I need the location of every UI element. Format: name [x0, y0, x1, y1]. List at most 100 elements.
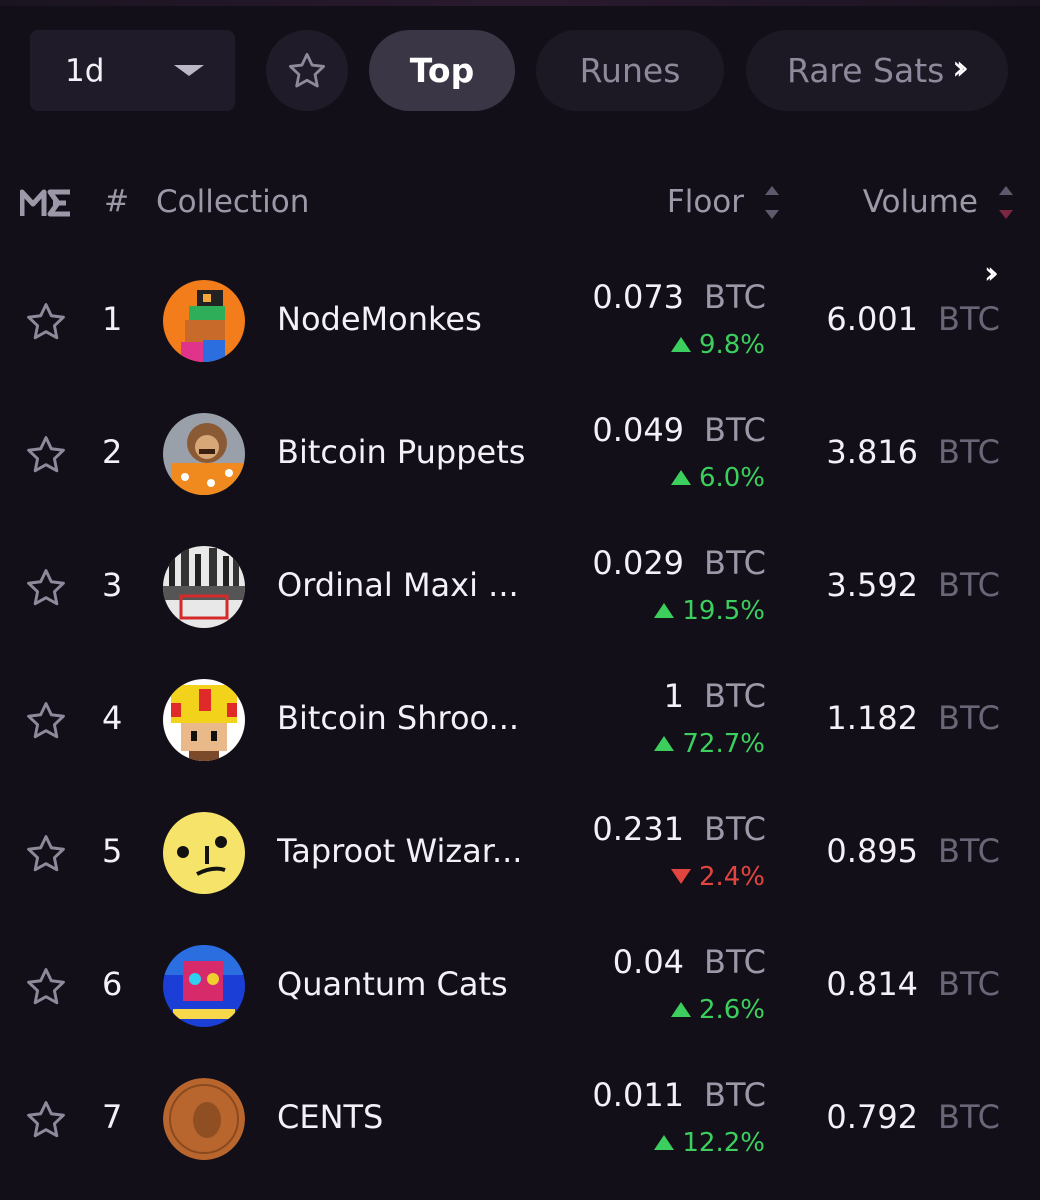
magic-eden-logo-icon [20, 189, 70, 217]
volume-value: 3.592 [826, 566, 919, 604]
tab-runes[interactable]: Runes [536, 30, 724, 111]
floor-unit: BTC [704, 544, 766, 582]
volume-value: 0.792 [826, 1098, 919, 1136]
star-icon[interactable] [24, 566, 68, 610]
collection-name[interactable]: Bitcoin Puppets [277, 433, 537, 471]
floor-value: 1 [663, 677, 685, 715]
collection-name[interactable]: Ordinal Maxi ... [277, 566, 537, 604]
star-icon[interactable] [24, 965, 68, 1009]
volume: 0.792 BTC [826, 1098, 1000, 1136]
volume-value: 0.814 [826, 965, 919, 1003]
table-row[interactable]: 3 Ordinal Maxi ... 0.029 BTC 19.5% 3.592 B… [0, 520, 1040, 653]
floor-unit: BTC [704, 1076, 766, 1114]
volume-column-header[interactable]: Volume [863, 184, 978, 220]
triangle-down-icon [670, 869, 691, 884]
star-icon [288, 52, 326, 87]
volume-unit: BTC [938, 1098, 1000, 1136]
floor-change: 12.2% [654, 1128, 765, 1158]
star-icon[interactable] [24, 433, 68, 477]
floor-price: 0.029 BTC [592, 544, 766, 582]
triangle-up-icon [654, 1135, 675, 1150]
floor-unit: BTC [704, 411, 766, 449]
rank: 1 [102, 300, 123, 338]
triangle-up-icon [654, 736, 675, 751]
table-row[interactable]: 7 CENTS 0.011 BTC 12.2% 0.792 BTC [0, 1052, 1040, 1185]
collection-avatar [163, 546, 245, 628]
table-header: # Collection Floor Volume [0, 160, 1040, 246]
chevron-down-icon [174, 65, 204, 76]
table-row[interactable]: 5 Taproot Wizar... 0.231 BTC 2.4% 0.895 BT… [0, 786, 1040, 919]
floor-sort-icon[interactable] [765, 186, 779, 222]
floor-value: 0.073 [592, 278, 685, 316]
collection-avatar [163, 812, 245, 894]
star-icon[interactable] [24, 300, 68, 344]
floor-change-value: 19.5% [682, 596, 765, 626]
floor-unit: BTC [704, 943, 766, 981]
collection-avatar [163, 679, 245, 761]
collection-name[interactable]: Quantum Cats [277, 965, 537, 1003]
rank: 3 [102, 566, 123, 604]
star-icon[interactable] [24, 832, 68, 876]
collection-avatar [163, 1078, 245, 1160]
volume-unit: BTC [938, 433, 1000, 471]
star-icon[interactable] [24, 1098, 68, 1142]
floor-column-header[interactable]: Floor [667, 184, 744, 220]
collection-name[interactable]: Taproot Wizar... [277, 832, 537, 870]
table-row[interactable]: 2 Bitcoin Puppets 0.049 BTC 6.0% 3.816 BTC [0, 387, 1040, 520]
star-icon[interactable] [24, 699, 68, 743]
volume: 3.592 BTC [826, 566, 1000, 604]
rank: 2 [102, 433, 123, 471]
floor-change-value: 2.6% [698, 995, 765, 1025]
volume-unit: BTC [938, 699, 1000, 737]
period-dropdown[interactable]: 1d [30, 30, 235, 111]
floor-change: 72.7% [654, 729, 765, 759]
volume-unit: BTC [938, 832, 1000, 870]
volume-value: 6.001 [826, 300, 919, 338]
tab-rare-sats[interactable]: Rare Sats [746, 30, 1008, 111]
triangle-up-icon [670, 337, 691, 352]
collection-avatar [163, 945, 245, 1027]
volume-unit: BTC [938, 300, 1000, 338]
rank: 5 [102, 832, 123, 870]
triangle-up-icon [670, 1002, 691, 1017]
volume-value: 3.816 [826, 433, 919, 471]
collection-avatar [163, 280, 245, 362]
floor-value: 0.011 [592, 1076, 685, 1114]
volume-value: 0.895 [826, 832, 919, 870]
tab-top[interactable]: Top [369, 30, 515, 111]
floor-value: 0.049 [592, 411, 685, 449]
rank-column-header: # [104, 184, 130, 219]
top-divider [0, 0, 1040, 6]
floor-change-value: 9.8% [698, 330, 765, 360]
collection-name[interactable]: NodeMonkes [277, 300, 537, 338]
volume-sort-icon[interactable] [999, 186, 1013, 222]
rank: 6 [102, 965, 123, 1003]
floor-unit: BTC [704, 810, 766, 848]
floor-price: 0.011 BTC [592, 1076, 766, 1114]
collection-name[interactable]: Bitcoin Shroo... [277, 699, 537, 737]
floor-unit: BTC [704, 278, 766, 316]
floor-price: 0.073 BTC [592, 278, 766, 316]
volume: 0.814 BTC [826, 965, 1000, 1003]
volume: 6.001 BTC [826, 300, 1000, 338]
table-row[interactable]: 6 Quantum Cats 0.04 BTC 2.6% 0.814 BTC [0, 919, 1040, 1052]
period-value: 1d [65, 52, 105, 89]
volume: 3.816 BTC [826, 433, 1000, 471]
floor-change: 19.5% [654, 596, 765, 626]
floor-value: 0.04 [612, 943, 685, 981]
table-row[interactable]: 1 NodeMonkes 0.073 BTC 9.8% 6.001 BTC [0, 254, 1040, 387]
double-chevron-right-icon[interactable]: ›› [952, 48, 969, 88]
collection-column-header: Collection [156, 184, 310, 220]
volume-value: 1.182 [826, 699, 919, 737]
favorites-filter-button[interactable] [266, 30, 348, 111]
volume: 1.182 BTC [826, 699, 1000, 737]
floor-change: 2.6% [670, 995, 765, 1025]
collection-name[interactable]: CENTS [277, 1098, 537, 1136]
floor-price: 0.04 BTC [613, 943, 766, 981]
page: 1d Top Runes Rare Sats ›› # Collection F… [0, 0, 1040, 1200]
volume-unit: BTC [938, 566, 1000, 604]
table-row[interactable]: 4 Bitcoin Shroo... 1 BTC 72.7% 1.182 BTC [0, 653, 1040, 786]
floor-price: 0.231 BTC [592, 810, 766, 848]
collection-avatar [163, 413, 245, 495]
floor-unit: BTC [704, 677, 766, 715]
